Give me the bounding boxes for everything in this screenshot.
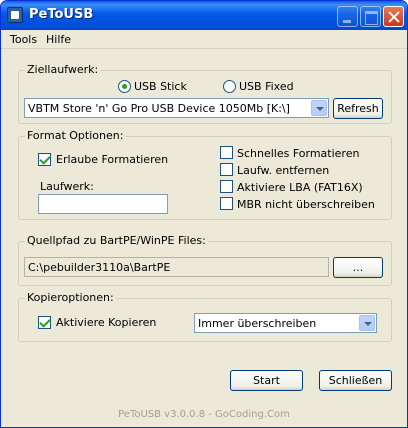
radio-usb-stick-label: USB Stick: [134, 80, 187, 93]
radio-usb-fixed[interactable]: [223, 80, 236, 93]
footer-text: PeToUSB v3.0.0.8 - GoCoding.Com: [118, 409, 290, 420]
schnelles-formatieren-label: Schnelles Formatieren: [237, 147, 360, 160]
close-window-button[interactable]: [383, 6, 404, 27]
device-select[interactable]: VBTM Store 'n' Go Pro USB Device 1050Mb …: [24, 98, 329, 118]
copy-mode-value: Immer überschreiben: [198, 317, 317, 330]
laufw-entfernen-label: Laufw. entfernen: [237, 164, 330, 177]
erlaube-formatieren-label: Erlaube Formatieren: [56, 153, 169, 166]
erlaube-formatieren-checkbox[interactable]: [38, 153, 51, 166]
close-button[interactable]: Schließen: [319, 370, 392, 391]
device-select-value: VBTM Store 'n' Go Pro USB Device 1050Mb …: [28, 102, 290, 115]
window-title: PeToUSB: [29, 7, 94, 22]
mbr-label: MBR nicht überschreiben: [237, 198, 375, 211]
aktiviere-kopieren-checkbox[interactable]: [38, 316, 51, 329]
radio-usb-stick[interactable]: [118, 80, 131, 93]
quellpfad-legend: Quellpfad zu BartPE/WinPE Files:: [25, 234, 208, 247]
menu-hilfe[interactable]: Hilfe: [46, 33, 71, 46]
format-legend: Format Optionen:: [25, 129, 126, 142]
refresh-button[interactable]: Refresh: [333, 98, 383, 119]
source-path-value: C:\pebuilder3110a\BartPE: [28, 261, 171, 274]
radio-usb-fixed-label: USB Fixed: [239, 80, 294, 93]
app-icon: [7, 7, 23, 23]
aktiviere-lba-label: Aktiviere LBA (FAT16X): [237, 181, 363, 194]
title-bar[interactable]: PeToUSB: [1, 1, 407, 30]
laufwerk-input[interactable]: [38, 194, 168, 214]
source-path-field[interactable]: C:\pebuilder3110a\BartPE: [24, 257, 329, 277]
copy-mode-select[interactable]: Immer überschreiben: [194, 313, 377, 333]
chevron-down-icon[interactable]: [359, 315, 375, 331]
menu-tools[interactable]: Tools: [10, 33, 37, 46]
schnelles-formatieren-checkbox[interactable]: [220, 146, 233, 159]
minimize-button[interactable]: [337, 6, 358, 27]
menu-bar: Tools Hilfe: [1, 30, 407, 49]
chevron-down-icon[interactable]: [311, 100, 327, 116]
main-window: PeToUSB Tools Hilfe Ziellaufwerk: USB St…: [0, 0, 408, 428]
start-button[interactable]: Start: [230, 370, 303, 391]
ziellaufwerk-legend: Ziellaufwerk:: [25, 63, 101, 76]
aktiviere-kopieren-label: Aktiviere Kopieren: [56, 316, 157, 329]
mbr-checkbox[interactable]: [220, 197, 233, 210]
browse-button[interactable]: ...: [333, 257, 383, 278]
aktiviere-lba-checkbox[interactable]: [220, 180, 233, 193]
laufw-entfernen-checkbox[interactable]: [220, 163, 233, 176]
kopier-legend: Kopieroptionen:: [25, 291, 116, 304]
maximize-button[interactable]: [360, 6, 381, 27]
laufwerk-label: Laufwerk:: [40, 180, 94, 193]
